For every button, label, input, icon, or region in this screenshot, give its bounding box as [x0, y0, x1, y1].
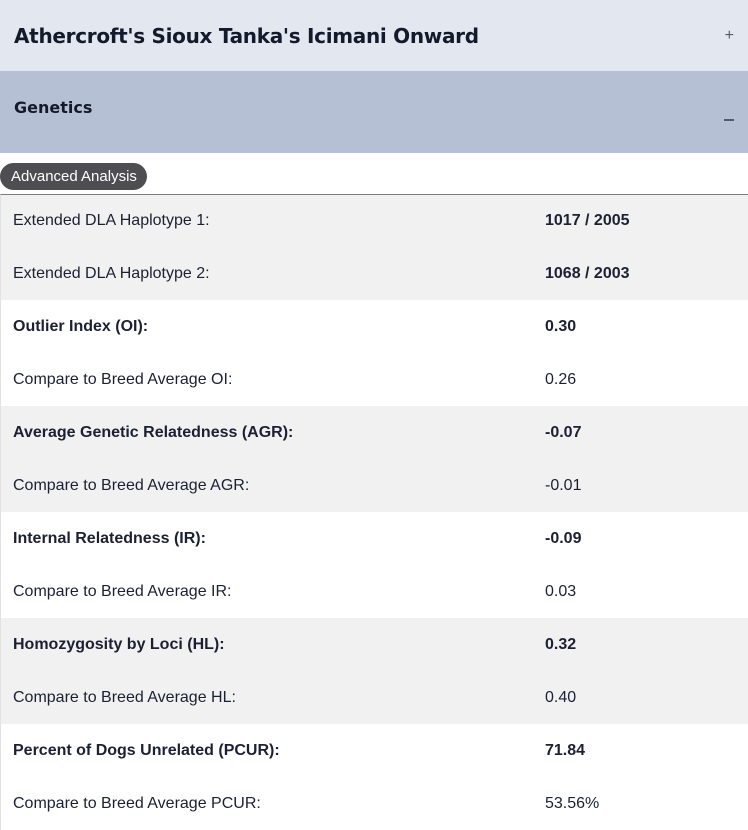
table-row: Compare to Breed Average AGR: -0.01	[1, 459, 748, 512]
row-label: Homozygosity by Loci (HL):	[13, 635, 225, 653]
row-value: -0.01	[545, 476, 582, 494]
row-value: 0.30	[545, 317, 577, 335]
row-label: Compare to Breed Average AGR:	[13, 476, 250, 494]
section-title: Genetics	[14, 97, 93, 117]
row-label: Average Genetic Relatedness (AGR):	[13, 423, 294, 441]
table-row: Compare to Breed Average OI: 0.26	[1, 353, 748, 406]
dog-accordion-header[interactable]: Athercroft's Sioux Tanka's Icimani Onwar…	[0, 0, 748, 71]
table-row: Average Genetic Relatedness (AGR): -0.07	[1, 406, 748, 459]
row-value: 1017 / 2005	[545, 212, 630, 229]
row-label: Compare to Breed Average OI:	[13, 370, 233, 388]
row-value: 0.40	[545, 688, 577, 706]
row-value: -0.07	[545, 423, 582, 441]
collapse-icon[interactable]	[724, 119, 734, 121]
row-value: 0.32	[545, 635, 577, 653]
row-label: Compare to Breed Average IR:	[13, 582, 232, 600]
genetics-section-header[interactable]: Genetics	[0, 71, 748, 153]
table-row: Internal Relatedness (IR): -0.09	[1, 512, 748, 565]
row-value: 0.03	[545, 582, 577, 600]
table-row: Homozygosity by Loci (HL): 0.32	[1, 618, 748, 671]
table-row: Compare to Breed Average HL: 0.40	[1, 671, 748, 724]
table-row: Compare to Breed Average PCUR: 53.56%	[1, 777, 748, 830]
row-value: 71.84	[545, 741, 586, 759]
row-label: Internal Relatedness (IR):	[13, 529, 206, 547]
row-label: Compare to Breed Average PCUR:	[13, 794, 261, 812]
genetics-table: Extended DLA Haplotype 1: 1017 / 2005 Ex…	[0, 194, 748, 830]
row-value: 1068 / 2003	[545, 264, 630, 282]
row-label: Percent of Dogs Unrelated (PCUR):	[13, 741, 280, 759]
row-label: Outlier Index (OI):	[13, 317, 149, 335]
table-row: Outlier Index (OI): 0.30	[1, 300, 748, 353]
table-row: Compare to Breed Average IR: 0.03	[1, 565, 748, 618]
badge-row: Advanced Analysis	[0, 153, 748, 194]
table-row: Extended DLA Haplotype 2: 1068 / 2003	[1, 247, 748, 300]
dog-name-title: Athercroft's Sioux Tanka's Icimani Onwar…	[14, 23, 479, 48]
row-value: -0.09	[545, 529, 582, 547]
row-label: Extended DLA Haplotype 2:	[13, 264, 210, 282]
table-row: Percent of Dogs Unrelated (PCUR): 71.84	[1, 724, 748, 777]
table-row: Extended DLA Haplotype 1: 1017 / 2005	[1, 195, 748, 247]
advanced-analysis-badge: Advanced Analysis	[0, 163, 147, 190]
row-label: Compare to Breed Average HL:	[13, 688, 236, 706]
row-label: Extended DLA Haplotype 1:	[13, 212, 210, 229]
expand-icon[interactable]: +	[725, 27, 734, 45]
row-value: 0.26	[545, 370, 577, 388]
row-value: 53.56%	[545, 794, 600, 812]
